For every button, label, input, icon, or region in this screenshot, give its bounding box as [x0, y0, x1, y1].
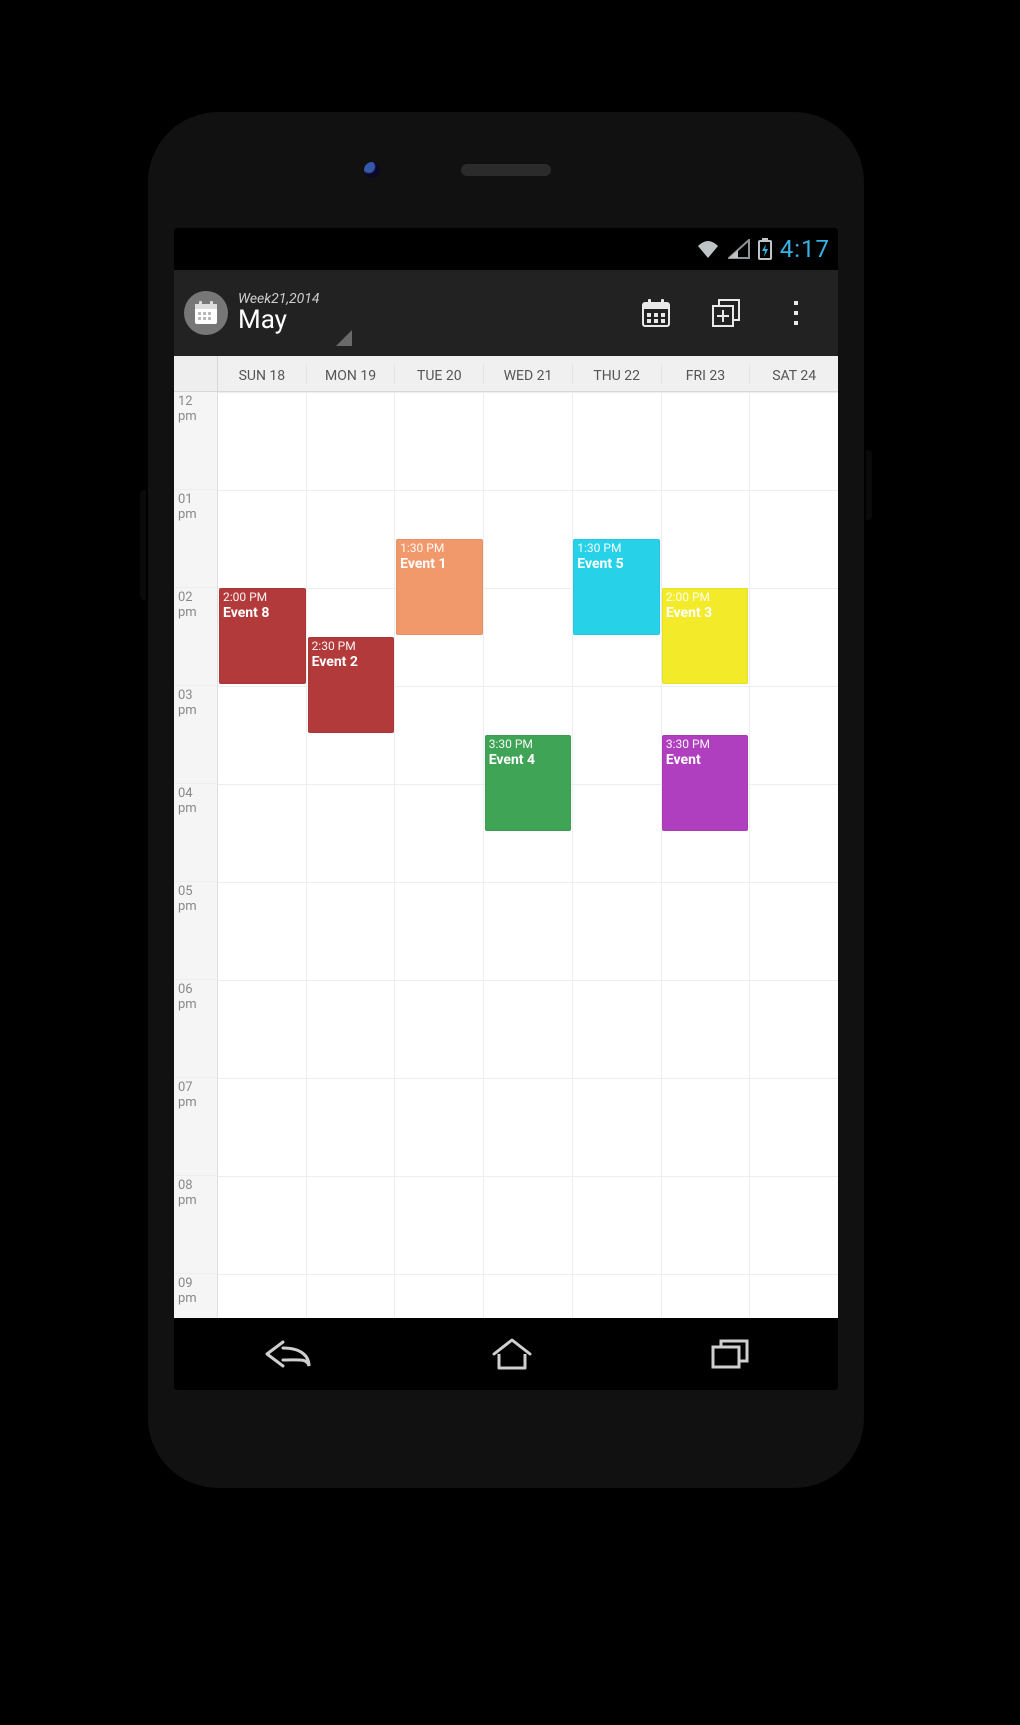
event-name: Event 2: [312, 654, 391, 670]
hour-label: 07pm: [174, 1078, 217, 1176]
title-dropdown[interactable]: Week21,2014 May: [238, 292, 320, 334]
hour-label: 06pm: [174, 980, 217, 1078]
event-name: Event 8: [223, 605, 302, 621]
calendar-event[interactable]: 2:30 PMEvent 2: [308, 637, 395, 733]
day-header-row: SUN 18 MON 19 TUE 20 WED 21 THU 22 FRI 2…: [174, 356, 838, 392]
event-name: Event 3: [666, 605, 745, 621]
overflow-menu-button[interactable]: [764, 281, 828, 345]
event-time: 2:00 PM: [666, 591, 745, 605]
day-header[interactable]: THU 22: [573, 364, 662, 384]
home-button[interactable]: [489, 1336, 535, 1372]
hour-label: 04pm: [174, 784, 217, 882]
hour-label: 09pm: [174, 1274, 217, 1318]
event-time: 2:00 PM: [223, 591, 302, 605]
event-name: Event: [666, 752, 745, 768]
calendar-event[interactable]: 3:30 PMEvent 4: [485, 735, 572, 831]
screen: 4:17 Week21,2014 May: [174, 228, 838, 1390]
calendar-event[interactable]: 1:30 PMEvent 1: [396, 539, 483, 635]
time-grid[interactable]: 12pm01pm02pm03pm04pm05pm06pm07pm08pm09pm…: [174, 392, 838, 1318]
system-nav-bar: [174, 1318, 838, 1390]
hour-label: 01pm: [174, 490, 217, 588]
new-event-button[interactable]: [694, 281, 758, 345]
back-button[interactable]: [261, 1336, 315, 1372]
hour-label: 12pm: [174, 392, 217, 490]
status-time: 4:17: [780, 235, 830, 263]
status-bar: 4:17: [174, 228, 838, 270]
event-time: 3:30 PM: [666, 738, 745, 752]
calendar-event[interactable]: 2:00 PMEvent 3: [662, 588, 749, 684]
event-name: Event 1: [400, 556, 479, 572]
event-time: 3:30 PM: [489, 738, 568, 752]
day-header[interactable]: MON 19: [307, 364, 396, 384]
event-name: Event 4: [489, 752, 568, 768]
day-header[interactable]: FRI 23: [662, 364, 751, 384]
hour-label: 08pm: [174, 1176, 217, 1274]
calendar-event[interactable]: 3:30 PMEvent: [662, 735, 749, 831]
event-name: Event 5: [577, 556, 656, 572]
app-icon[interactable]: [184, 291, 228, 335]
wifi-icon: [696, 239, 720, 259]
calendar-event[interactable]: 1:30 PMEvent 5: [573, 539, 660, 635]
earpiece: [461, 164, 551, 176]
front-camera: [364, 162, 380, 178]
battery-icon: [758, 238, 772, 260]
hour-label: 03pm: [174, 686, 217, 784]
calendar-event[interactable]: 2:00 PMEvent 8: [219, 588, 306, 684]
day-header[interactable]: SAT 24: [750, 364, 838, 384]
day-header[interactable]: TUE 20: [395, 364, 484, 384]
today-button[interactable]: [624, 281, 688, 345]
event-time: 1:30 PM: [400, 542, 479, 556]
signal-icon: [728, 239, 750, 259]
time-gutter: 12pm01pm02pm03pm04pm05pm06pm07pm08pm09pm: [174, 392, 218, 1318]
dropdown-indicator-icon: [336, 330, 352, 346]
gutter-header: [174, 356, 218, 391]
event-time: 1:30 PM: [577, 542, 656, 556]
title: May: [238, 307, 320, 334]
calendar-week-view: SUN 18 MON 19 TUE 20 WED 21 THU 22 FRI 2…: [174, 356, 838, 1318]
grid-days: 2:00 PMEvent 82:30 PMEvent 21:30 PMEvent…: [218, 392, 838, 1318]
day-header[interactable]: WED 21: [484, 364, 573, 384]
phone-frame: 4:17 Week21,2014 May: [146, 110, 866, 1490]
hour-label: 05pm: [174, 882, 217, 980]
hour-label: 02pm: [174, 588, 217, 686]
recent-apps-button[interactable]: [709, 1337, 751, 1371]
action-bar: Week21,2014 May: [174, 270, 838, 356]
day-header[interactable]: SUN 18: [218, 364, 307, 384]
event-time: 2:30 PM: [312, 640, 391, 654]
